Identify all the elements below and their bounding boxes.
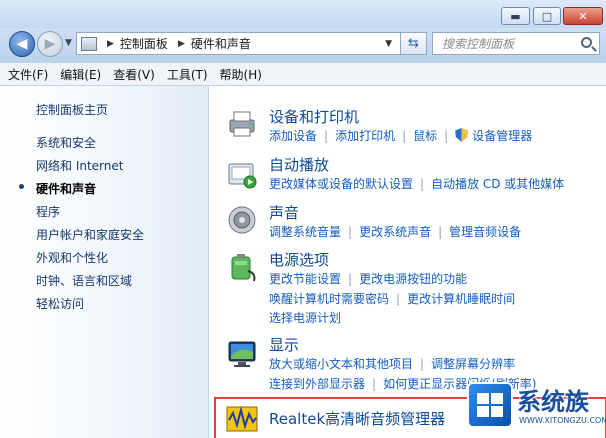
- category-links: 更改节能设置 | 更改电源按钮的功能: [269, 272, 468, 286]
- change-power-saving-link[interactable]: 更改节能设置: [269, 272, 341, 286]
- device-manager-link[interactable]: 设备管理器: [472, 129, 532, 143]
- category-title[interactable]: 显示: [269, 334, 299, 355]
- forward-button[interactable]: ▶: [37, 31, 63, 57]
- category-links: 唤醒计算机时需要密码 | 更改计算机睡眠时间: [269, 292, 516, 306]
- add-printer-link[interactable]: 添加打印机: [335, 129, 395, 143]
- category-title[interactable]: 电源选项: [269, 249, 329, 270]
- adjust-volume-link[interactable]: 调整系统音量: [269, 225, 341, 239]
- zoom-text-link[interactable]: 放大或缩小文本和其他项目: [269, 357, 413, 371]
- sidebar-item-hardware-sound[interactable]: 硬件和声音: [36, 180, 96, 197]
- power-button-function-link[interactable]: 更改电源按钮的功能: [359, 272, 467, 286]
- category-title[interactable]: 声音: [269, 202, 299, 223]
- manage-audio-devices-link[interactable]: 管理音频设备: [449, 225, 521, 239]
- back-arrow-icon: ◀: [16, 36, 28, 52]
- address-bar[interactable]: ▶ 控制面板 ▶ 硬件和声音 ▼: [76, 32, 427, 55]
- menu-bar: 文件(F) 编辑(E) 查看(V) 工具(T) 帮助(H): [0, 62, 606, 86]
- menu-edit[interactable]: 编辑(E): [60, 66, 101, 83]
- change-system-sounds-link[interactable]: 更改系统声音: [359, 225, 431, 239]
- autoplay-icon: [228, 163, 257, 189]
- battery-icon: [231, 254, 256, 282]
- refresh-icon: ⇆: [408, 36, 419, 51]
- adjust-resolution-link[interactable]: 调整屏幕分辨率: [431, 357, 515, 371]
- sidebar: 控制面板主页 系统和安全 网络和 Internet 硬件和声音 程序 用户帐户和…: [0, 86, 209, 438]
- printer-icon: [229, 111, 255, 137]
- speaker-icon: [228, 206, 256, 234]
- menu-file[interactable]: 文件(F): [8, 66, 48, 83]
- breadcrumb-control-panel[interactable]: 控制面板: [120, 35, 168, 52]
- address-dropdown-icon[interactable]: ▼: [385, 39, 392, 49]
- menu-view[interactable]: 查看(V): [113, 66, 155, 83]
- watermark-url: WWW.XITONGZU.COM: [519, 416, 606, 425]
- change-sleep-time-link[interactable]: 更改计算机睡眠时间: [407, 292, 515, 306]
- category-links: 添加设备 | 添加打印机 | 鼠标 | 设备管理器: [269, 128, 533, 143]
- require-password-link[interactable]: 唤醒计算机时需要密码: [269, 292, 389, 306]
- menu-tools[interactable]: 工具(T): [167, 66, 208, 83]
- category-title[interactable]: 自动播放: [269, 154, 329, 175]
- autoplay-cd-link[interactable]: 自动播放 CD 或其他媒体: [431, 177, 564, 191]
- category-links: 放大或缩小文本和其他项目 | 调整屏幕分辨率: [269, 357, 516, 371]
- maximize-button[interactable]: □: [533, 7, 561, 25]
- menu-help[interactable]: 帮助(H): [220, 66, 262, 83]
- sidebar-item-user-accounts[interactable]: 用户帐户和家庭安全: [36, 226, 144, 243]
- active-bullet-icon: [19, 184, 24, 189]
- breadcrumb-hardware-sound[interactable]: 硬件和声音: [191, 35, 251, 52]
- mouse-link[interactable]: 鼠标: [413, 129, 437, 143]
- address-bar-row: ◀ ▶ ▼ ▶ 控制面板 ▶ 硬件和声音 ▼ ⇆ 搜索控制面板: [0, 28, 606, 62]
- realtek-audio-manager-link[interactable]: Realtek高清晰音频管理器: [269, 408, 445, 429]
- category-links: 更改媒体或设备的默认设置 | 自动播放 CD 或其他媒体: [269, 177, 565, 191]
- minimize-button[interactable]: ▬: [501, 7, 530, 25]
- search-icon[interactable]: [581, 37, 592, 48]
- sidebar-item-home[interactable]: 控制面板主页: [36, 101, 108, 118]
- sidebar-item-network[interactable]: 网络和 Internet: [36, 157, 123, 174]
- recent-pages-dropdown[interactable]: ▼: [65, 38, 72, 48]
- chevron-right-icon[interactable]: ▶: [107, 39, 114, 49]
- category-links: 选择电源计划: [269, 309, 341, 326]
- connect-external-display-link[interactable]: 连接到外部显示器: [269, 377, 365, 391]
- control-panel-icon: [81, 36, 97, 51]
- windows-logo-icon: [467, 382, 513, 428]
- watermark: 系统族 WWW.XITONGZU.COM: [467, 380, 606, 438]
- close-button[interactable]: ✕: [563, 7, 603, 25]
- search-placeholder: 搜索控制面板: [442, 37, 515, 51]
- search-input[interactable]: 搜索控制面板: [432, 32, 600, 55]
- forward-arrow-icon: ▶: [44, 36, 56, 52]
- choose-power-plan-link[interactable]: 选择电源计划: [269, 311, 341, 325]
- chevron-right-icon[interactable]: ▶: [178, 39, 185, 49]
- refresh-button[interactable]: ⇆: [400, 32, 427, 55]
- monitor-icon: [228, 341, 256, 367]
- add-device-link[interactable]: 添加设备: [269, 129, 317, 143]
- back-button[interactable]: ◀: [9, 31, 35, 57]
- sidebar-item-ease-of-access[interactable]: 轻松访问: [36, 295, 84, 312]
- uac-shield-icon: [455, 128, 469, 142]
- category-links: 调整系统音量 | 更改系统声音 | 管理音频设备: [269, 225, 522, 239]
- change-media-defaults-link[interactable]: 更改媒体或设备的默认设置: [269, 177, 413, 191]
- sidebar-item-system-security[interactable]: 系统和安全: [36, 134, 96, 151]
- sidebar-item-programs[interactable]: 程序: [36, 203, 60, 220]
- watermark-text: 系统族: [517, 388, 589, 416]
- realtek-audio-icon: [226, 406, 258, 432]
- title-bar: ▬ □ ✕: [0, 0, 606, 28]
- sidebar-item-appearance[interactable]: 外观和个性化: [36, 249, 108, 266]
- sidebar-item-clock-language[interactable]: 时钟、语言和区域: [36, 272, 132, 289]
- category-title[interactable]: 设备和打印机: [269, 106, 359, 127]
